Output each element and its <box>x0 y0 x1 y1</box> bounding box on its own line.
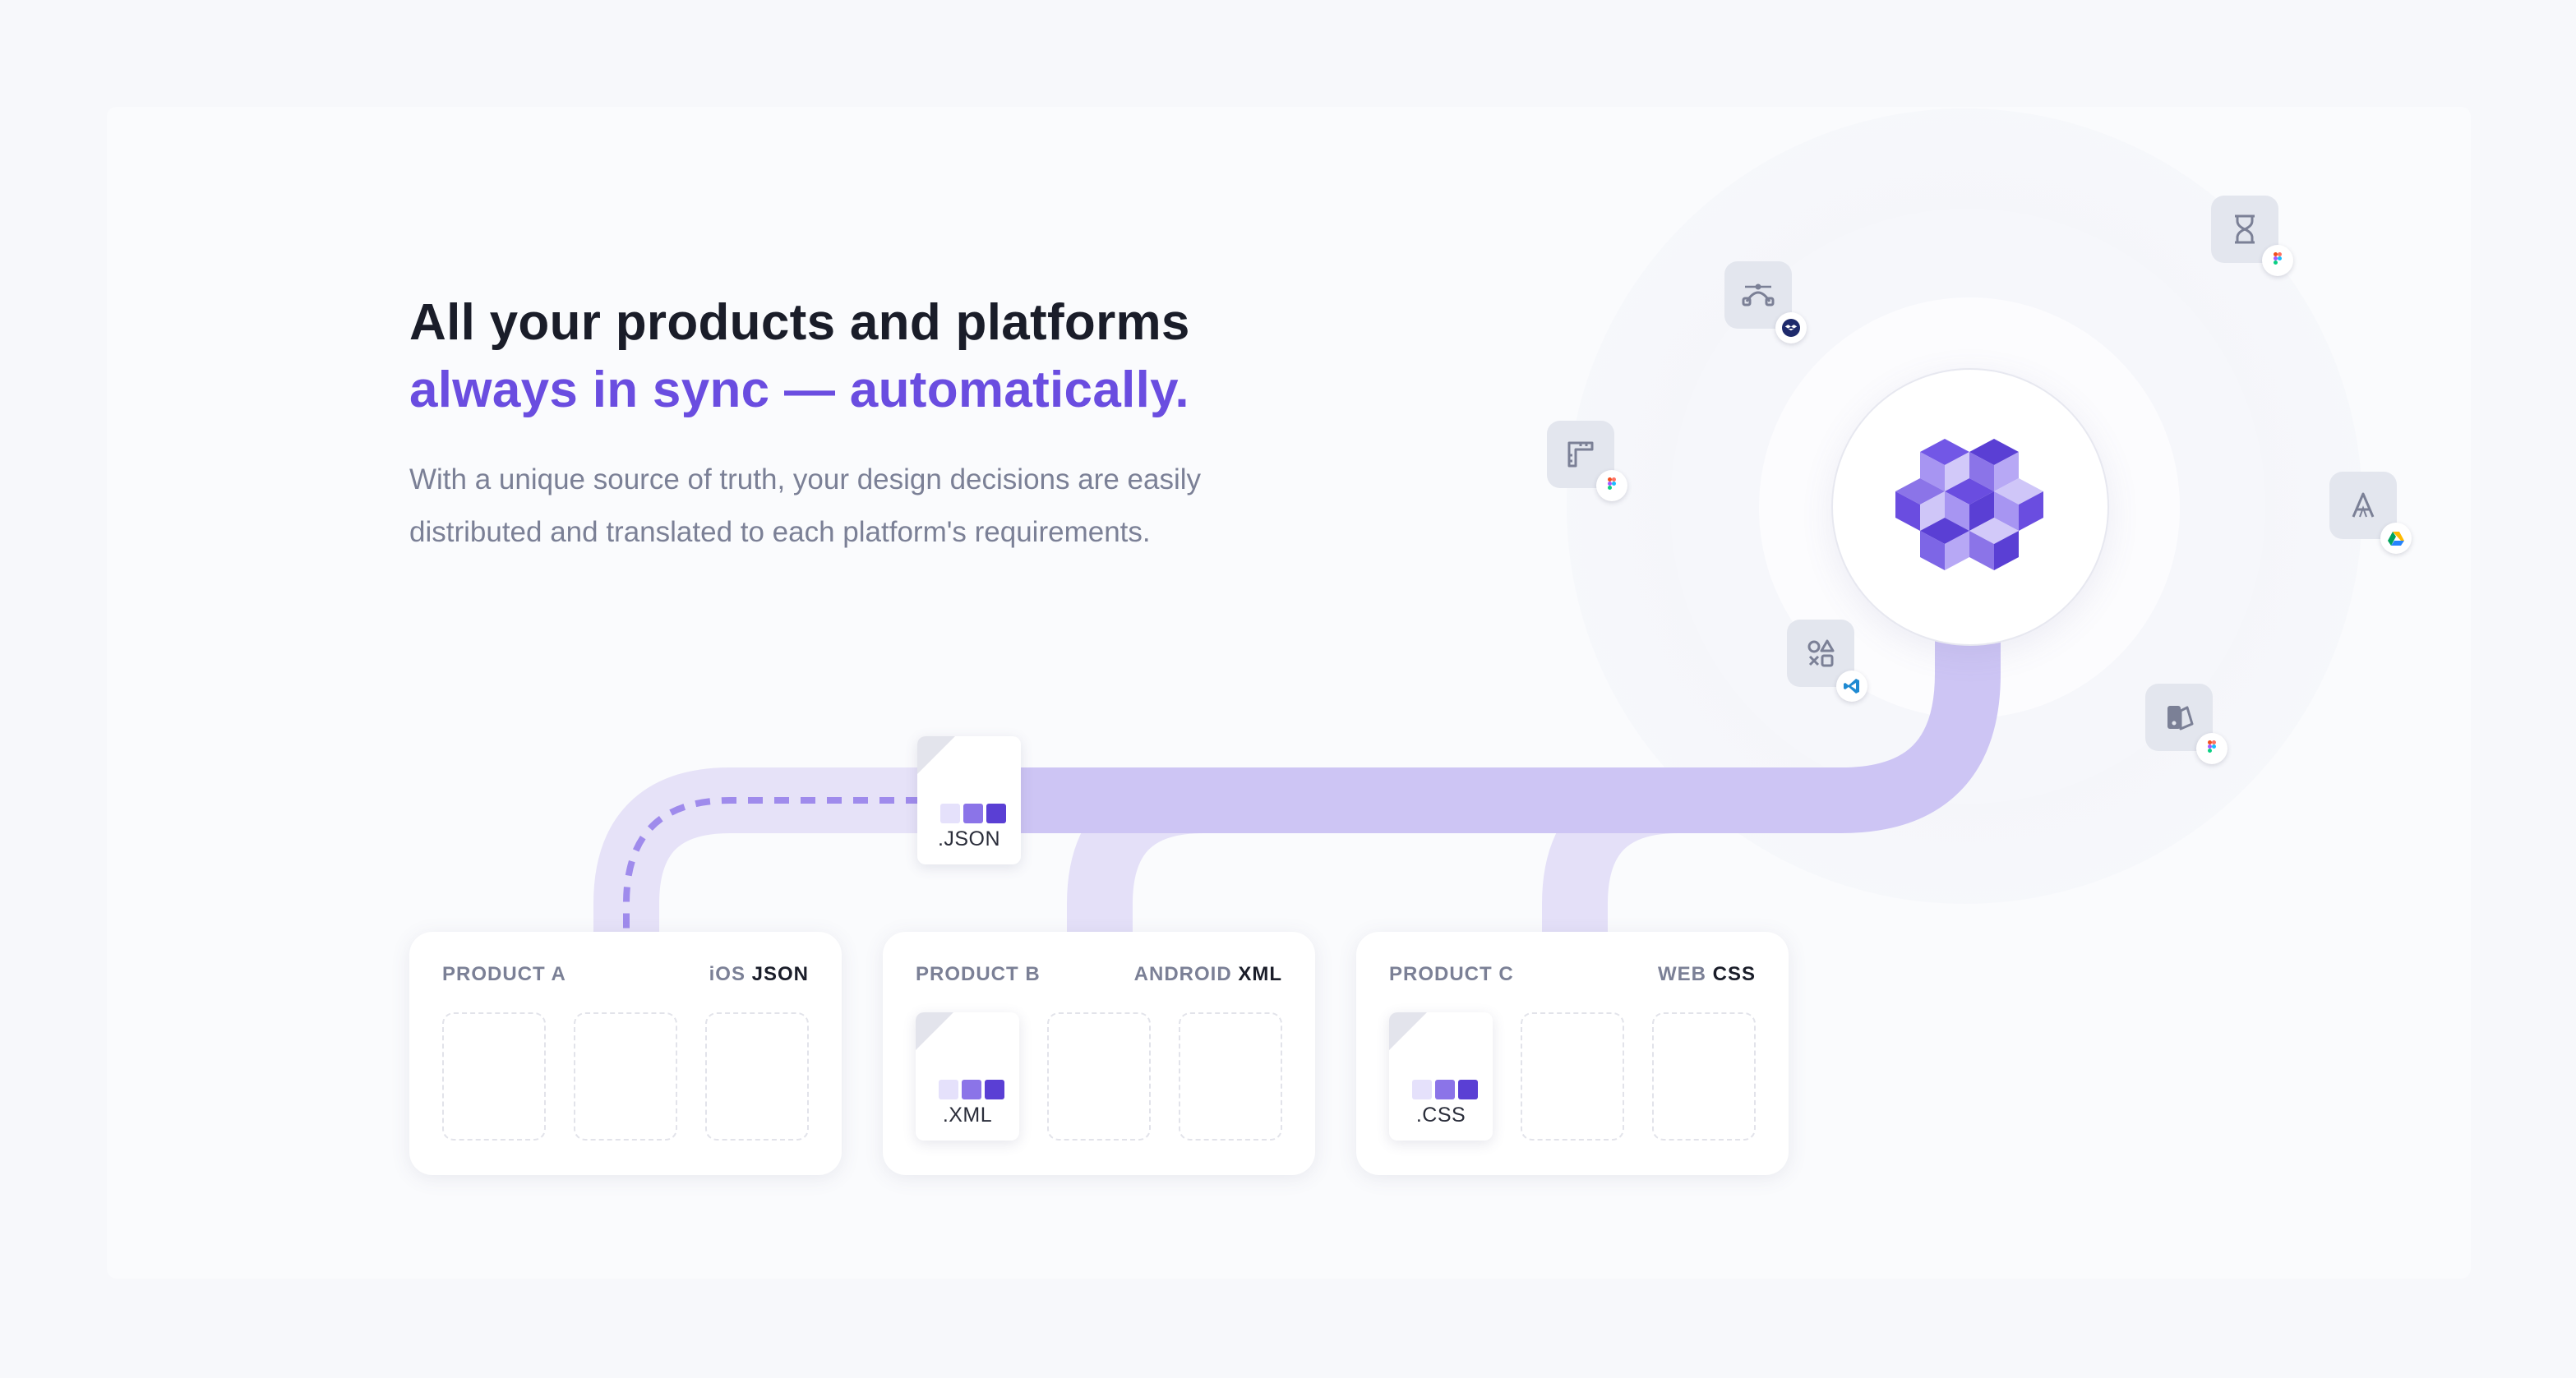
product-card-a[interactable]: PRODUCT A iOS JSON <box>409 932 842 1175</box>
swatch-light <box>940 804 960 823</box>
swatch-dark <box>985 1080 1004 1099</box>
badge-google-drive <box>2380 523 2412 554</box>
platform-label: iOS JSON <box>709 963 809 986</box>
file-extension: .JSON <box>937 827 1001 850</box>
page-fold-icon <box>917 736 955 774</box>
product-name: PRODUCT B <box>916 963 1041 985</box>
product-card-b[interactable]: PRODUCT B ANDROID XML .XML <box>883 932 1315 1175</box>
isometric-cubes-logo-icon <box>1895 439 2043 570</box>
xml-file-chip[interactable]: .XML <box>916 1012 1019 1141</box>
format-name: XML <box>1238 963 1282 985</box>
typography-icon <box>2352 492 2375 518</box>
hourglass-icon <box>2235 214 2255 244</box>
product-name: PRODUCT A <box>442 963 566 985</box>
layout-grid-icon <box>1567 441 1594 468</box>
google-drive-icon <box>2388 532 2404 546</box>
platform-label: WEB CSS <box>1658 963 1756 986</box>
swatch-dark <box>986 804 1006 823</box>
swatch-mid <box>963 804 983 823</box>
css-file-chip[interactable]: .CSS <box>1389 1012 1493 1141</box>
path-product-a <box>593 767 937 932</box>
badge-figma <box>2262 245 2293 276</box>
swatch-light <box>1412 1080 1432 1099</box>
empty-slot <box>574 1012 677 1141</box>
page-fold-icon <box>916 1012 953 1050</box>
platform-name: WEB <box>1657 963 1706 985</box>
shapes-icon <box>1807 639 1835 667</box>
product-name: PRODUCT C <box>1389 963 1514 985</box>
empty-slot <box>1652 1012 1756 1141</box>
badge-figma <box>1596 470 1627 501</box>
format-name: CSS <box>1712 963 1756 985</box>
platform-name: iOS <box>709 963 746 985</box>
page-fold-icon <box>1389 1012 1427 1050</box>
product-card-c[interactable]: PRODUCT C WEB CSS .CSS <box>1356 932 1789 1175</box>
swatch-mid <box>962 1080 981 1099</box>
swatch-light <box>939 1080 958 1099</box>
bezier-curve-icon <box>1742 283 1775 306</box>
empty-slot <box>1047 1012 1151 1141</box>
file-extension: .CSS <box>1415 1104 1466 1127</box>
figma-icon <box>2274 252 2282 265</box>
format-name: JSON <box>751 963 809 985</box>
badge-vscode <box>1836 671 1867 702</box>
file-extension: .XML <box>942 1104 993 1127</box>
json-file-chip[interactable]: .JSON <box>917 736 1021 864</box>
empty-slot <box>1179 1012 1282 1141</box>
platform-label: ANDROID XML <box>1134 963 1282 986</box>
empty-slot <box>1521 1012 1624 1141</box>
swatch-mid <box>1435 1080 1455 1099</box>
platform-name: ANDROID <box>1133 963 1232 985</box>
badge-dropbox <box>1775 312 1807 343</box>
dropbox-icon <box>1782 319 1800 337</box>
badge-figma <box>2196 733 2227 764</box>
empty-slot <box>705 1012 809 1141</box>
figma-icon <box>2208 740 2216 753</box>
vscode-icon <box>1844 679 1859 694</box>
color-swatch-icon <box>2167 706 2194 730</box>
figma-icon <box>1608 477 1616 490</box>
empty-slot <box>442 1012 546 1141</box>
swatch-dark <box>1458 1080 1478 1099</box>
hub-circle <box>1831 368 2109 646</box>
